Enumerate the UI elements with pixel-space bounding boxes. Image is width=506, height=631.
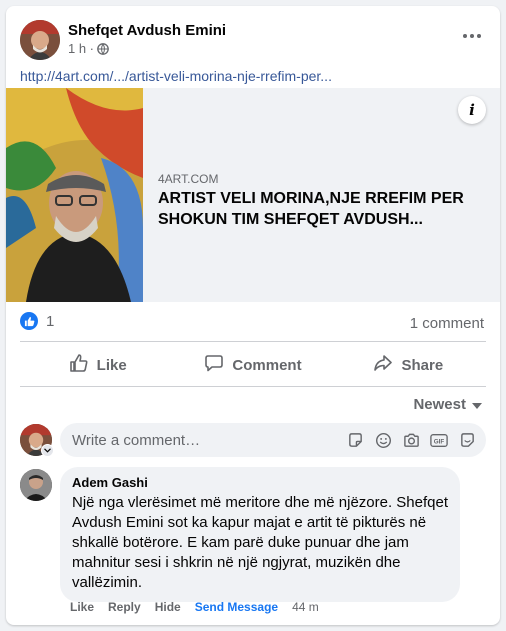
like-icon [69, 353, 89, 377]
comment-label: Comment [232, 356, 302, 374]
avatar-sticker-icon[interactable] [458, 431, 476, 449]
emoji-icon[interactable] [374, 431, 392, 449]
comment-input-icons: GIF [346, 423, 476, 457]
likes-count: 1 [46, 312, 55, 330]
comment-placeholder: Write a comment… [72, 431, 201, 449]
reactions-summary[interactable]: 1 [20, 312, 54, 330]
more-icon[interactable] [458, 26, 486, 46]
comment-icon [204, 353, 224, 377]
comment-hide-button[interactable]: Hide [155, 600, 181, 614]
like-label: Like [96, 356, 127, 374]
comment-bubble: Adem Gashi Një nga vlerësimet më meritor… [60, 467, 460, 602]
sort-dropdown[interactable]: Newest [413, 396, 482, 413]
svg-text:GIF: GIF [434, 438, 445, 445]
post-link[interactable]: http://4art.com/.../artist-veli-morina-n… [20, 68, 332, 84]
share-icon [373, 353, 393, 377]
author-name[interactable]: Shefqet Avdush Emini [68, 22, 226, 39]
link-preview[interactable]: 4ART.COM ARTIST VELI MORINA,NJE RREFIM P… [6, 88, 500, 302]
post-time[interactable]: 1 h · [68, 41, 94, 56]
sticker-icon[interactable] [346, 431, 364, 449]
like-badge-icon [20, 312, 38, 330]
chevron-down-icon[interactable] [41, 444, 54, 457]
like-button[interactable]: Like [20, 347, 175, 383]
comment-text: Një nga vlerësimet më meritore dhe më nj… [72, 494, 449, 591]
gif-icon[interactable]: GIF [430, 431, 448, 449]
globe-icon [97, 42, 109, 55]
preview-title: ARTIST VELI MORINA,NJE RREFIM PER SHOKUN… [158, 190, 464, 228]
comment-input[interactable]: Write a comment… GIF [60, 423, 486, 457]
info-icon[interactable]: i [458, 96, 486, 124]
comment-actions: Like Reply Hide Send Message 44 m [70, 600, 319, 614]
comment-reply-button[interactable]: Reply [108, 600, 141, 614]
post-meta: 1 h · [68, 41, 109, 56]
commenter-avatar[interactable] [20, 469, 52, 501]
divider [20, 341, 486, 342]
share-button[interactable]: Share [331, 347, 486, 383]
send-message-button[interactable]: Send Message [195, 600, 278, 614]
comment-like-button[interactable]: Like [70, 600, 94, 614]
share-label: Share [401, 356, 444, 374]
camera-icon[interactable] [402, 431, 420, 449]
author-avatar[interactable] [20, 20, 60, 60]
post-card: Shefqet Avdush Emini 1 h · http://4art.c… [6, 6, 500, 625]
sort-label: Newest [413, 396, 466, 413]
divider [20, 386, 486, 387]
chevron-down-icon [472, 402, 482, 409]
preview-image [6, 88, 143, 302]
preview-site: 4ART.COM [158, 172, 219, 186]
post-actions: Like Comment Share [20, 347, 486, 383]
comments-count[interactable]: 1 comment [410, 315, 484, 332]
commenter-name[interactable]: Adem Gashi [72, 475, 448, 490]
comment-button[interactable]: Comment [175, 347, 330, 383]
comment-time[interactable]: 44 m [292, 600, 319, 614]
